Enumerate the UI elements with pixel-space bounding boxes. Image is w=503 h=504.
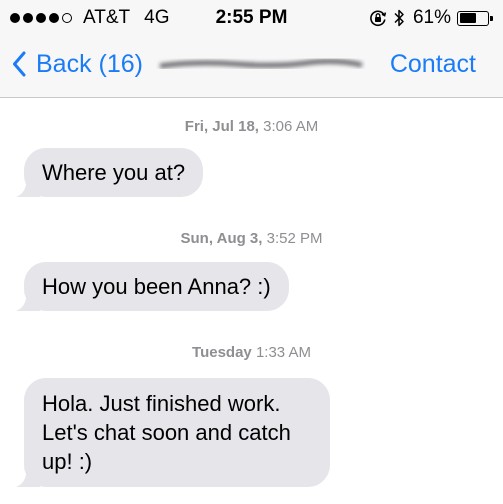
signal-dot-empty <box>62 13 72 23</box>
bubble-tail <box>16 465 40 487</box>
message-timestamp: Sun, Aug 3, 3:52 PM <box>0 230 503 248</box>
signal-dot <box>36 13 46 23</box>
message-bubble[interactable]: Where you at? <box>16 148 204 197</box>
back-button-label: Back (16) <box>36 50 143 78</box>
timestamp-date: Fri, Jul 18, <box>184 118 259 135</box>
redacted-contact-name <box>159 58 363 69</box>
timestamp-date: Sun, Aug 3, <box>180 230 263 247</box>
signal-strength-icon <box>10 13 75 23</box>
bubble-tail <box>16 289 40 311</box>
bubble-tail <box>16 175 40 197</box>
status-bar-left: AT&T 4G <box>10 8 170 28</box>
status-bar-right: 61% <box>369 7 493 29</box>
battery-fill <box>459 13 476 23</box>
battery-percent: 61% <box>412 7 451 28</box>
network-type: 4G <box>144 7 170 28</box>
message-timestamp: Tuesday 1:33 AM <box>0 344 503 362</box>
message-timestamp: Fri, Jul 18, 3:06 AM <box>0 118 503 136</box>
timestamp-date: Tuesday <box>192 344 252 361</box>
message-text: How you been Anna? :) <box>42 274 271 299</box>
signal-dot <box>23 13 33 23</box>
bluetooth-icon <box>394 9 404 27</box>
message-text: Where you at? <box>42 160 186 185</box>
navigation-bar: Back (16) Contact <box>0 36 503 98</box>
message-bubble[interactable]: How you been Anna? :) <box>16 262 289 311</box>
battery-icon <box>457 10 493 26</box>
message-bubble[interactable]: Hola. Just finished work. Let's chat soo… <box>16 378 330 487</box>
message-thread[interactable]: Fri, Jul 18, 3:06 AM Where you at? Sun, … <box>0 98 503 504</box>
message-text: Hola. Just finished work. Let's chat soo… <box>42 391 291 474</box>
timestamp-time: 1:33 AM <box>255 344 311 361</box>
timestamp-time: 3:52 PM <box>266 230 323 247</box>
carrier-name: AT&T <box>83 7 131 28</box>
signal-dot <box>49 13 59 23</box>
signal-dot <box>10 13 20 23</box>
timestamp-time: 3:06 AM <box>263 118 319 135</box>
contact-button[interactable]: Contact <box>390 50 476 78</box>
battery-tip <box>490 15 493 21</box>
rotation-lock-icon <box>370 10 387 27</box>
status-bar: AT&T 4G 2:55 PM 61% <box>0 0 503 36</box>
back-button[interactable]: Back (16) <box>12 50 143 78</box>
chevron-left-icon <box>13 51 26 77</box>
